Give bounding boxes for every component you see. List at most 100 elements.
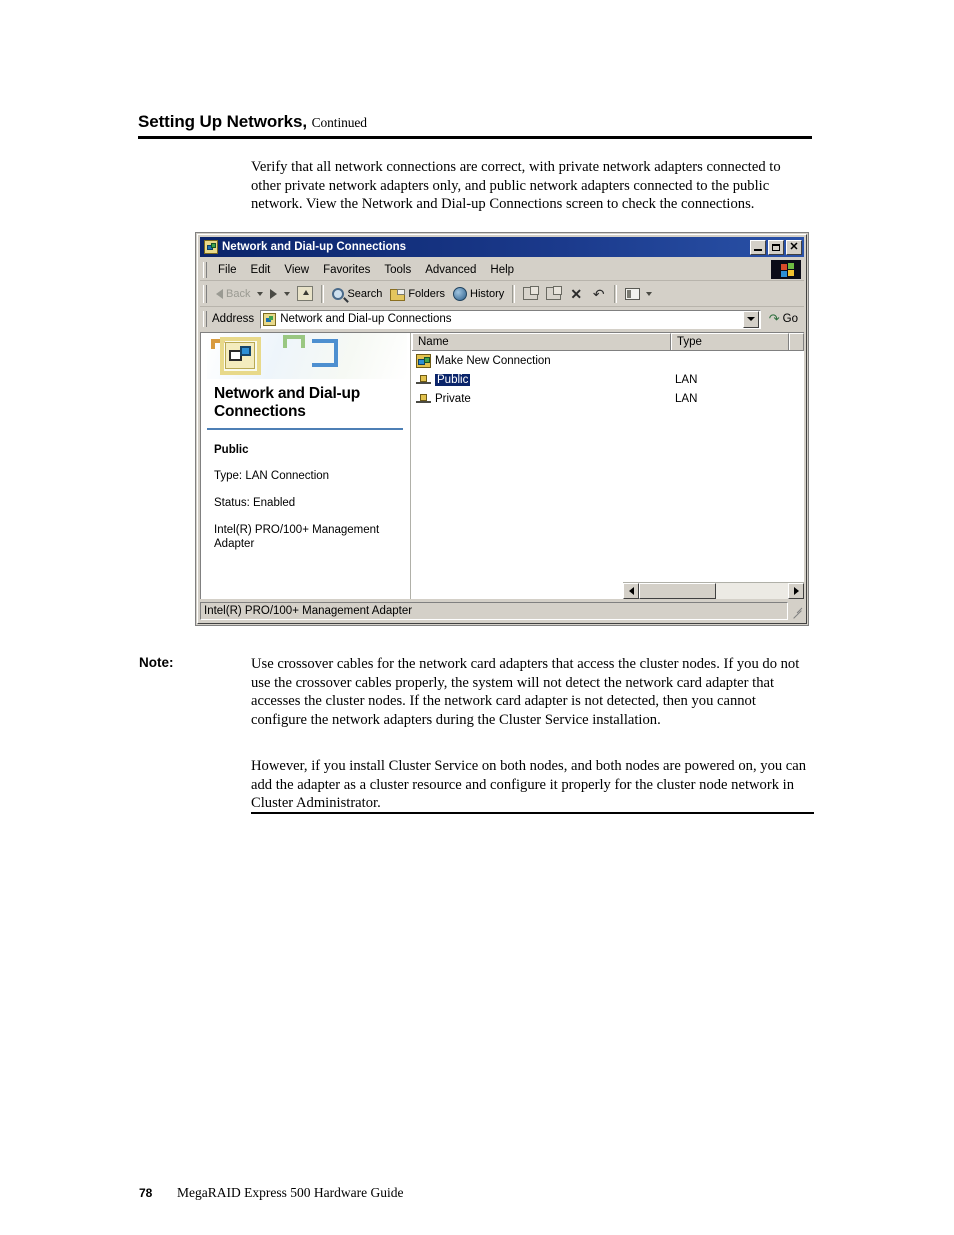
history-button[interactable]: History [449,285,508,303]
page-title-continued: Continued [311,115,367,130]
folders-button-label: Folders [408,287,446,300]
undo-button[interactable]: ↶ [587,285,610,303]
left-pane-status: Status: Enabled [214,497,296,509]
address-dropdown-button[interactable] [742,310,759,328]
back-button[interactable]: Back [212,286,254,302]
note-paragraph-1: Use crossover cables for the network car… [251,656,800,728]
address-input[interactable]: Network and Dial-up Connections [260,309,761,329]
lan-connection-icon [416,373,431,387]
column-header-filler [789,333,804,350]
menu-item-tools[interactable]: Tools [377,262,418,278]
resize-grip-icon[interactable] [790,604,804,618]
list-item-name-cell: Public [416,373,671,387]
address-bar: Address Network and Dial-up Connections … [200,307,804,331]
copy-to-icon [546,286,563,300]
note-paragraph-2: However, if you install Cluster Service … [251,758,807,812]
history-icon [453,286,468,301]
go-button[interactable]: ↷ Go [761,311,804,326]
undo-arrow-icon: ↶ [592,285,605,302]
menu-grip-handle[interactable] [203,261,207,278]
close-icon: ✕ [789,240,799,253]
maximize-button[interactable] [768,239,784,255]
banner-monitor-icon [240,346,251,356]
menu-item-file[interactable]: File [211,262,244,278]
menu-item-advanced[interactable]: Advanced [418,262,483,278]
list-item-type: LAN [675,392,698,405]
back-dropdown-icon[interactable] [257,291,264,296]
horizontal-scrollbar[interactable] [623,582,804,599]
list-item-label: Private [435,392,471,405]
close-button[interactable]: ✕ [786,239,802,255]
search-icon [332,287,345,300]
lan-connection-icon [416,392,431,406]
column-header-type[interactable]: Type [671,333,789,350]
delete-x-icon: ✕ [570,285,583,302]
window-titlebar[interactable]: Network and Dial-up Connections ✕ [200,237,804,257]
left-pane-title: Network and Dial-up Connections [214,385,361,420]
minimize-button[interactable] [750,239,766,255]
page-footer: 78 MegaRAID Express 500 Hardware Guide [139,1185,403,1201]
menu-item-help[interactable]: Help [483,262,521,278]
views-button[interactable] [621,285,659,302]
left-pane-adapter: Intel(R) PRO/100+ Management Adapter [214,524,380,550]
page-title-text: Setting Up Networks, [138,112,307,131]
toolbar-grip-handle[interactable] [203,284,207,303]
list-item-name-cell: Private [416,392,671,406]
note-label: Note: [139,655,174,670]
window-title: Network and Dial-up Connections [222,241,407,253]
list-item[interactable]: Private LAN [412,389,804,408]
scrollbar-thumb[interactable] [639,583,717,599]
back-button-label: Back [226,287,251,300]
chevron-down-icon [746,317,755,321]
arrow-left-icon [216,288,223,299]
window-client-area: Network and Dial-up Connections Public T… [200,332,804,599]
list-column-header: Name Type [412,333,804,351]
column-header-name[interactable]: Name [412,333,671,350]
scroll-right-button[interactable] [788,583,804,599]
delete-button[interactable]: ✕ [565,285,587,303]
up-one-level-button[interactable] [293,284,317,303]
folders-icon [390,288,406,301]
window-inner-frame: Network and Dial-up Connections ✕ File E… [197,234,807,624]
go-button-label: Go [782,313,798,325]
connections-list-pane: Name Type Make New Connection Public LAN… [412,333,804,599]
forward-dropdown-icon[interactable] [284,291,291,296]
toolbar-separator-2 [512,284,516,303]
list-item[interactable]: Public LAN [412,370,804,389]
toolbar-separator [321,284,325,303]
address-value: Network and Dial-up Connections [280,313,452,325]
folder-up-icon [297,286,314,301]
banner-green-bracket-icon [283,335,305,348]
folders-button[interactable]: Folders [386,285,449,303]
go-arrow-icon: ↷ [768,311,780,326]
scrollbar-track[interactable] [639,583,788,599]
menu-item-view[interactable]: View [277,262,316,278]
menu-item-favorites[interactable]: Favorites [316,262,377,278]
views-dropdown-icon [646,291,653,296]
address-grip-handle[interactable] [203,311,207,327]
forward-button[interactable] [266,287,281,301]
list-item-name-cell: Make New Connection [416,353,671,368]
arrow-left-icon [628,587,634,595]
copy-to-button[interactable] [542,285,565,302]
list-item-label: Public [435,373,471,386]
views-icon [625,288,641,300]
move-to-icon [523,286,540,300]
scroll-left-button[interactable] [623,583,639,599]
list-item-label: Make New Connection [435,354,551,367]
move-to-button[interactable] [519,285,542,302]
list-item[interactable]: Make New Connection [412,351,804,370]
menu-item-edit[interactable]: Edit [244,262,278,278]
windows-flag-logo [771,260,801,279]
search-button[interactable]: Search [328,286,386,302]
list-item-type: LAN [675,373,698,386]
toolbar: Back Search Folders History ✕ ↶ [200,281,804,307]
network-banner-graphic [207,333,407,379]
address-network-icon [263,312,277,326]
left-pane-selected-name: Public [214,444,249,456]
left-pane-divider [207,428,403,430]
toolbar-separator-3 [614,284,618,303]
menu-bar: File Edit View Favorites Tools Advanced … [200,259,804,281]
note-divider [251,812,814,814]
page-title: Setting Up Networks, Continued [138,112,812,132]
